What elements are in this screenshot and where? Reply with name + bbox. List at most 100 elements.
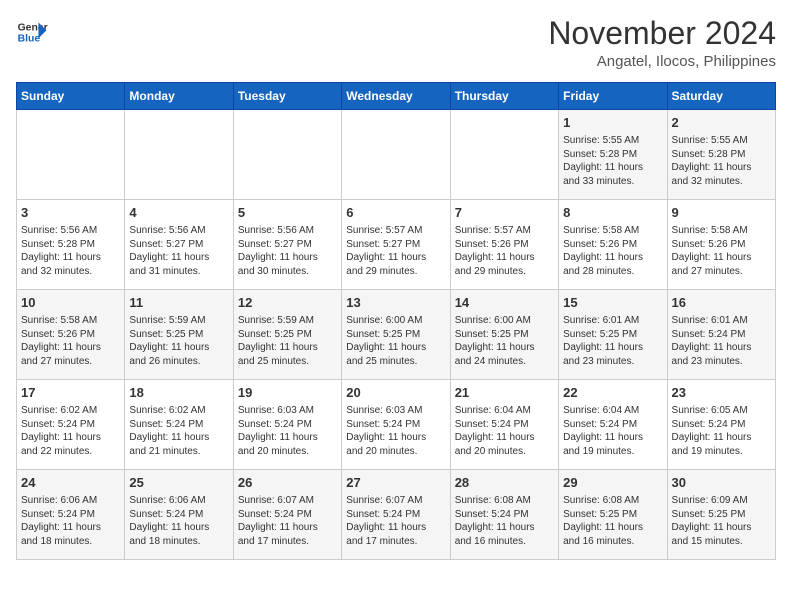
day-detail: Sunrise: 6:01 AM Sunset: 5:24 PM Dayligh… (672, 314, 771, 368)
location: Angatel, Ilocos, Philippines (548, 53, 776, 70)
calendar-cell: 15 Sunrise: 6:01 AM Sunset: 5:25 PM Dayli… (559, 290, 667, 380)
calendar-cell: 3 Sunrise: 5:56 AM Sunset: 5:28 PM Daylig… (17, 200, 125, 290)
day-detail: Sunrise: 5:58 AM Sunset: 5:26 PM Dayligh… (21, 314, 120, 368)
calendar-cell: 28Sunrise: 6:08 AM Sunset: 5:24 PM Dayli… (450, 470, 558, 560)
weekday-thursday: Thursday (450, 83, 558, 110)
calendar-cell: 23 Sunrise: 6:05 AM Sunset: 5:24 PM Dayli… (667, 380, 775, 470)
day-detail: Sunrise: 6:02 AM Sunset: 5:24 PM Dayligh… (129, 404, 228, 458)
calendar-cell: 18 Sunrise: 6:02 AM Sunset: 5:24 PM Dayli… (125, 380, 233, 470)
day-detail: Sunrise: 6:07 AM Sunset: 5:24 PM Dayligh… (346, 494, 445, 548)
weekday-friday: Friday (559, 83, 667, 110)
day-number: 24 (21, 474, 120, 492)
day-number: 11 (129, 294, 228, 312)
week-row-5: 24 Sunrise: 6:06 AM Sunset: 5:24 PM Dayli… (17, 470, 776, 560)
calendar-cell: 21 Sunrise: 6:04 AM Sunset: 5:24 PM Dayli… (450, 380, 558, 470)
day-number: 12 (238, 294, 337, 312)
day-detail: Sunrise: 5:59 AM Sunset: 5:25 PM Dayligh… (238, 314, 337, 368)
day-detail: Sunrise: 6:01 AM Sunset: 5:25 PM Dayligh… (563, 314, 662, 368)
calendar-cell (342, 110, 450, 200)
day-detail: Sunrise: 6:04 AM Sunset: 5:24 PM Dayligh… (563, 404, 662, 458)
page-header: General Blue November 2024 Angatel, Iloc… (16, 16, 776, 70)
svg-text:Blue: Blue (18, 34, 41, 45)
day-detail: Sunrise: 5:56 AM Sunset: 5:27 PM Dayligh… (129, 224, 228, 278)
day-detail: Sunrise: 5:58 AM Sunset: 5:26 PM Dayligh… (672, 224, 771, 278)
day-detail: Sunrise: 5:57 AM Sunset: 5:26 PM Dayligh… (455, 224, 554, 278)
day-number: 23 (672, 384, 771, 402)
day-detail: Sunrise: 5:56 AM Sunset: 5:27 PM Dayligh… (238, 224, 337, 278)
weekday-tuesday: Tuesday (233, 83, 341, 110)
day-detail: Sunrise: 6:03 AM Sunset: 5:24 PM Dayligh… (238, 404, 337, 458)
day-detail: Sunrise: 5:58 AM Sunset: 5:26 PM Dayligh… (563, 224, 662, 278)
day-number: 7 (455, 204, 554, 222)
day-number: 13 (346, 294, 445, 312)
day-number: 8 (563, 204, 662, 222)
calendar-cell: 2 Sunrise: 5:55 AM Sunset: 5:28 PM Daylig… (667, 110, 775, 200)
day-detail: Sunrise: 6:02 AM Sunset: 5:24 PM Dayligh… (21, 404, 120, 458)
calendar-cell: 19 Sunrise: 6:03 AM Sunset: 5:24 PM Dayli… (233, 380, 341, 470)
weekday-sunday: Sunday (17, 83, 125, 110)
day-detail: Sunrise: 5:55 AM Sunset: 5:28 PM Dayligh… (672, 134, 771, 188)
calendar-cell: 14Sunrise: 6:00 AM Sunset: 5:25 PM Dayli… (450, 290, 558, 380)
day-detail: Sunrise: 6:08 AM Sunset: 5:24 PM Dayligh… (455, 494, 554, 548)
day-number: 26 (238, 474, 337, 492)
day-number: 3 (21, 204, 120, 222)
day-detail: Sunrise: 6:00 AM Sunset: 5:25 PM Dayligh… (455, 314, 554, 368)
day-number: 30 (672, 474, 771, 492)
calendar-cell: 20 Sunrise: 6:03 AM Sunset: 5:24 PM Dayli… (342, 380, 450, 470)
day-detail: Sunrise: 6:06 AM Sunset: 5:24 PM Dayligh… (129, 494, 228, 548)
day-number: 1 (563, 114, 662, 132)
day-number: 4 (129, 204, 228, 222)
calendar-cell: 17Sunrise: 6:02 AM Sunset: 5:24 PM Dayli… (17, 380, 125, 470)
day-detail: Sunrise: 5:57 AM Sunset: 5:27 PM Dayligh… (346, 224, 445, 278)
calendar-table: SundayMondayTuesdayWednesdayThursdayFrid… (16, 82, 776, 560)
day-number: 9 (672, 204, 771, 222)
calendar-cell: 5 Sunrise: 5:56 AM Sunset: 5:27 PM Daylig… (233, 200, 341, 290)
day-number: 27 (346, 474, 445, 492)
day-number: 15 (563, 294, 662, 312)
logo: General Blue (16, 16, 48, 48)
day-number: 16 (672, 294, 771, 312)
calendar-cell: 29Sunrise: 6:08 AM Sunset: 5:25 PM Dayli… (559, 470, 667, 560)
day-detail: Sunrise: 6:05 AM Sunset: 5:24 PM Dayligh… (672, 404, 771, 458)
day-number: 29 (563, 474, 662, 492)
calendar-cell: 4 Sunrise: 5:56 AM Sunset: 5:27 PM Daylig… (125, 200, 233, 290)
day-detail: Sunrise: 6:07 AM Sunset: 5:24 PM Dayligh… (238, 494, 337, 548)
logo-icon: General Blue (16, 16, 48, 48)
day-detail: Sunrise: 6:03 AM Sunset: 5:24 PM Dayligh… (346, 404, 445, 458)
day-detail: Sunrise: 6:00 AM Sunset: 5:25 PM Dayligh… (346, 314, 445, 368)
calendar-cell: 30Sunrise: 6:09 AM Sunset: 5:25 PM Dayli… (667, 470, 775, 560)
calendar-cell: 16 Sunrise: 6:01 AM Sunset: 5:24 PM Dayli… (667, 290, 775, 380)
calendar-cell: 8 Sunrise: 5:58 AM Sunset: 5:26 PM Daylig… (559, 200, 667, 290)
title-block: November 2024 Angatel, Ilocos, Philippin… (548, 16, 776, 70)
day-detail: Sunrise: 6:06 AM Sunset: 5:24 PM Dayligh… (21, 494, 120, 548)
day-number: 21 (455, 384, 554, 402)
day-number: 10 (21, 294, 120, 312)
calendar-cell: 12 Sunrise: 5:59 AM Sunset: 5:25 PM Dayli… (233, 290, 341, 380)
calendar-cell: 26 Sunrise: 6:07 AM Sunset: 5:24 PM Dayli… (233, 470, 341, 560)
weekday-saturday: Saturday (667, 83, 775, 110)
month-year: November 2024 (548, 16, 776, 51)
day-number: 5 (238, 204, 337, 222)
weekday-monday: Monday (125, 83, 233, 110)
day-number: 20 (346, 384, 445, 402)
calendar-cell: 25 Sunrise: 6:06 AM Sunset: 5:24 PM Dayli… (125, 470, 233, 560)
calendar-cell (450, 110, 558, 200)
day-detail: Sunrise: 5:55 AM Sunset: 5:28 PM Dayligh… (563, 134, 662, 188)
day-number: 25 (129, 474, 228, 492)
week-row-3: 10 Sunrise: 5:58 AM Sunset: 5:26 PM Dayli… (17, 290, 776, 380)
calendar-cell: 22Sunrise: 6:04 AM Sunset: 5:24 PM Dayli… (559, 380, 667, 470)
calendar-cell: 7 Sunrise: 5:57 AM Sunset: 5:26 PM Daylig… (450, 200, 558, 290)
week-row-1: 1 Sunrise: 5:55 AM Sunset: 5:28 PM Daylig… (17, 110, 776, 200)
day-number: 2 (672, 114, 771, 132)
day-number: 19 (238, 384, 337, 402)
calendar-cell (125, 110, 233, 200)
day-detail: Sunrise: 5:56 AM Sunset: 5:28 PM Dayligh… (21, 224, 120, 278)
week-row-4: 17Sunrise: 6:02 AM Sunset: 5:24 PM Dayli… (17, 380, 776, 470)
day-number: 18 (129, 384, 228, 402)
weekday-wednesday: Wednesday (342, 83, 450, 110)
calendar-cell: 13 Sunrise: 6:00 AM Sunset: 5:25 PM Dayli… (342, 290, 450, 380)
calendar-cell: 11Sunrise: 5:59 AM Sunset: 5:25 PM Dayli… (125, 290, 233, 380)
calendar-cell: 27 Sunrise: 6:07 AM Sunset: 5:24 PM Dayli… (342, 470, 450, 560)
calendar-cell: 24 Sunrise: 6:06 AM Sunset: 5:24 PM Dayli… (17, 470, 125, 560)
day-detail: Sunrise: 6:04 AM Sunset: 5:24 PM Dayligh… (455, 404, 554, 458)
